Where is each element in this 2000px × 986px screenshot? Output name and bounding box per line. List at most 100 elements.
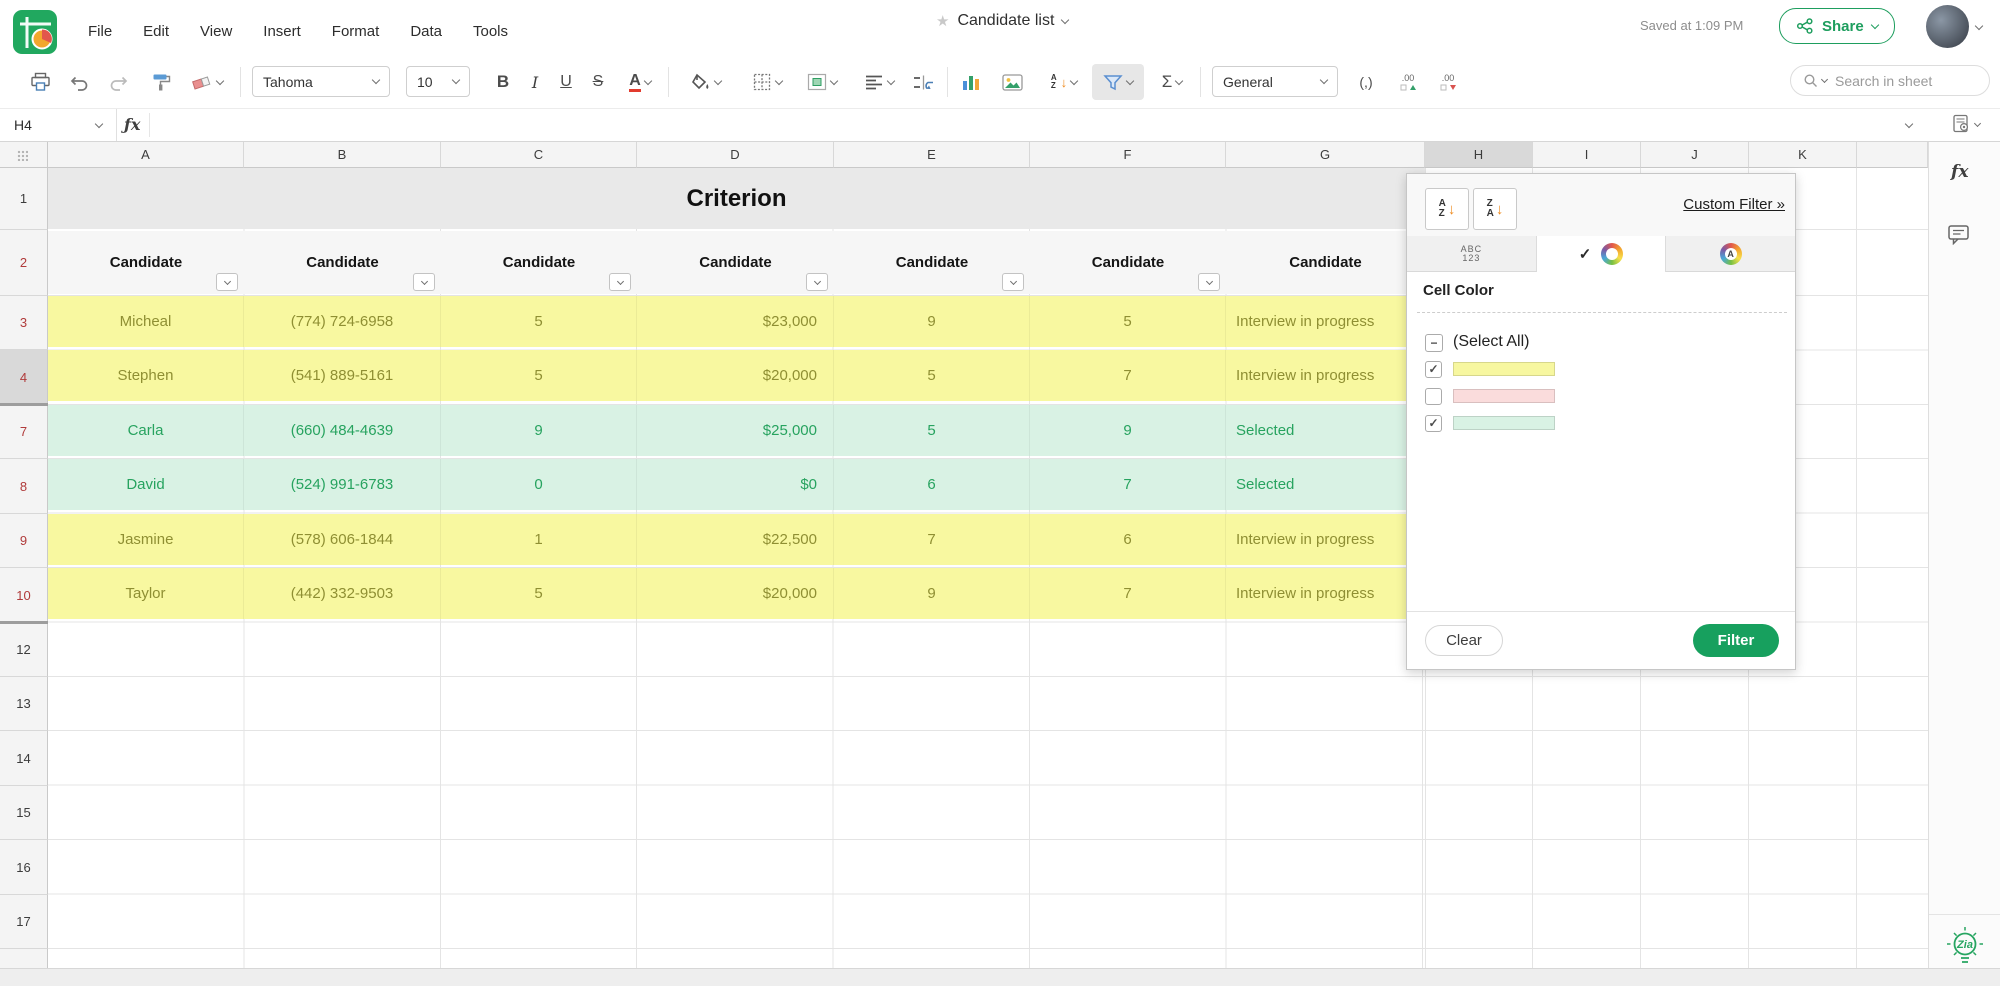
- name-box-chevron-icon[interactable]: [95, 119, 103, 127]
- cell-e10[interactable]: 9: [834, 568, 1030, 619]
- header-cell-g[interactable]: Candidate: [1226, 231, 1425, 294]
- cell-e8[interactable]: 6: [834, 459, 1030, 510]
- column-filter-button-f[interactable]: [1198, 273, 1220, 291]
- favorite-star-icon[interactable]: ★: [936, 12, 949, 30]
- fill-color-button[interactable]: [682, 64, 728, 100]
- document-title-group[interactable]: ★ Candidate list: [936, 8, 1068, 34]
- header-cell-c[interactable]: Candidate: [441, 231, 637, 294]
- cell-f8[interactable]: 7: [1030, 459, 1226, 510]
- sort-ascending-button[interactable]: A Z ↓: [1425, 188, 1469, 230]
- cell-d7[interactable]: $25,000: [637, 405, 834, 456]
- cell-d8[interactable]: $0: [637, 459, 834, 510]
- avatar-chevron-down-icon[interactable]: [1975, 22, 1983, 30]
- undo-button[interactable]: [64, 64, 94, 100]
- italic-button[interactable]: I: [521, 64, 549, 100]
- cell-g10[interactable]: Interview in progress: [1226, 568, 1425, 619]
- column-header-b[interactable]: B: [244, 142, 441, 168]
- sum-button[interactable]: Σ: [1150, 64, 1194, 100]
- cell-e3[interactable]: 9: [834, 296, 1030, 347]
- column-header-partial[interactable]: [1857, 142, 1928, 168]
- column-header-i[interactable]: I: [1533, 142, 1641, 168]
- redo-button[interactable]: [104, 64, 134, 100]
- print-button[interactable]: [24, 64, 56, 100]
- avatar[interactable]: [1926, 5, 1969, 48]
- cell-a3[interactable]: Micheal: [48, 296, 244, 347]
- row-header-7[interactable]: 7: [0, 405, 48, 459]
- column-header-g[interactable]: G: [1226, 142, 1425, 168]
- cell-f10[interactable]: 7: [1030, 568, 1226, 619]
- column-header-a[interactable]: A: [48, 142, 244, 168]
- bold-button[interactable]: B: [489, 64, 517, 100]
- merge-cells-chevron-icon[interactable]: [830, 76, 838, 84]
- menu-view[interactable]: View: [200, 23, 232, 40]
- green-checkbox[interactable]: ✓: [1425, 415, 1442, 432]
- cell-a4[interactable]: Stephen: [48, 350, 244, 401]
- menu-edit[interactable]: Edit: [143, 23, 169, 40]
- header-cell-b[interactable]: Candidate: [244, 231, 441, 294]
- sidebar-functions-button[interactable]: fx: [1951, 162, 1968, 182]
- menu-file[interactable]: File: [88, 23, 112, 40]
- cell-b8[interactable]: (524) 991-6783: [244, 459, 441, 510]
- column-header-j[interactable]: J: [1641, 142, 1749, 168]
- cell-c3[interactable]: 5: [441, 296, 637, 347]
- custom-filter-link[interactable]: Custom Filter »: [1683, 196, 1785, 213]
- clear-format-button[interactable]: [186, 64, 228, 100]
- sheet-view-button[interactable]: [1952, 114, 1980, 134]
- sheet-search[interactable]: Search in sheet: [1790, 65, 1990, 96]
- row-header-4[interactable]: 4: [0, 350, 48, 405]
- text-wrap-button[interactable]: [908, 64, 938, 100]
- search-scope-chevron-icon[interactable]: [1821, 76, 1828, 83]
- insert-image-button[interactable]: [996, 64, 1028, 100]
- cell-g7[interactable]: Selected: [1226, 405, 1425, 456]
- cell-b10[interactable]: (442) 332-9503: [244, 568, 441, 619]
- row-header-18-partial[interactable]: [0, 949, 48, 968]
- sort-descending-button[interactable]: Z A ↓: [1473, 188, 1517, 230]
- cell-g9[interactable]: Interview in progress: [1226, 514, 1425, 565]
- select-all-corner[interactable]: [0, 142, 48, 168]
- cell-a7[interactable]: Carla: [48, 405, 244, 456]
- cell-d9[interactable]: $22,500: [637, 514, 834, 565]
- column-filter-button-c[interactable]: [609, 273, 631, 291]
- menu-tools[interactable]: Tools: [473, 23, 508, 40]
- select-all-checkbox[interactable]: −: [1425, 334, 1443, 352]
- strikethrough-button[interactable]: S: [584, 64, 612, 100]
- sort-chevron-icon[interactable]: [1070, 76, 1078, 84]
- cell-b3[interactable]: (774) 724-6958: [244, 296, 441, 347]
- column-filter-button-d[interactable]: [806, 273, 828, 291]
- column-filter-button-e[interactable]: [1002, 273, 1024, 291]
- cell-a9[interactable]: Jasmine: [48, 514, 244, 565]
- cell-b4[interactable]: (541) 889-5161: [244, 350, 441, 401]
- cell-c8[interactable]: 0: [441, 459, 637, 510]
- cell-g4[interactable]: Interview in progress: [1226, 350, 1425, 401]
- cell-f9[interactable]: 6: [1030, 514, 1226, 565]
- document-title[interactable]: Candidate list: [957, 12, 1054, 30]
- header-cell-a[interactable]: Candidate: [48, 231, 244, 294]
- row-header-13[interactable]: 13: [0, 677, 48, 731]
- row-header-14[interactable]: 14: [0, 731, 48, 786]
- tab-filter-by-values[interactable]: ABC 123: [1407, 236, 1537, 272]
- row-header-15[interactable]: 15: [0, 786, 48, 840]
- cell-b7[interactable]: (660) 484-4639: [244, 405, 441, 456]
- apply-filter-button[interactable]: Filter: [1693, 624, 1779, 657]
- cell-d10[interactable]: $20,000: [637, 568, 834, 619]
- sort-button[interactable]: AZ ↓: [1040, 64, 1088, 100]
- tab-filter-by-cell-color[interactable]: ✓: [1537, 236, 1667, 272]
- row-header-12[interactable]: 12: [0, 623, 48, 677]
- cell-f4[interactable]: 7: [1030, 350, 1226, 401]
- font-family-dropdown[interactable]: Tahoma: [252, 66, 390, 97]
- cell-g3[interactable]: Interview in progress: [1226, 296, 1425, 347]
- cell-a8[interactable]: David: [48, 459, 244, 510]
- tab-filter-by-font-color[interactable]: A: [1666, 236, 1795, 272]
- formula-bar-collapse-chevron-icon[interactable]: [1905, 120, 1913, 128]
- column-header-d[interactable]: D: [637, 142, 834, 168]
- borders-button[interactable]: [744, 64, 790, 100]
- cell-c4[interactable]: 5: [441, 350, 637, 401]
- filter-chevron-icon[interactable]: [1126, 76, 1134, 84]
- row-header-8[interactable]: 8: [0, 459, 48, 514]
- column-header-e[interactable]: E: [834, 142, 1030, 168]
- insert-chart-button[interactable]: [956, 64, 986, 100]
- formula-input[interactable]: [156, 109, 1896, 141]
- horizontal-align-button[interactable]: [856, 64, 902, 100]
- column-header-c[interactable]: C: [441, 142, 637, 168]
- underline-button[interactable]: U: [552, 64, 580, 100]
